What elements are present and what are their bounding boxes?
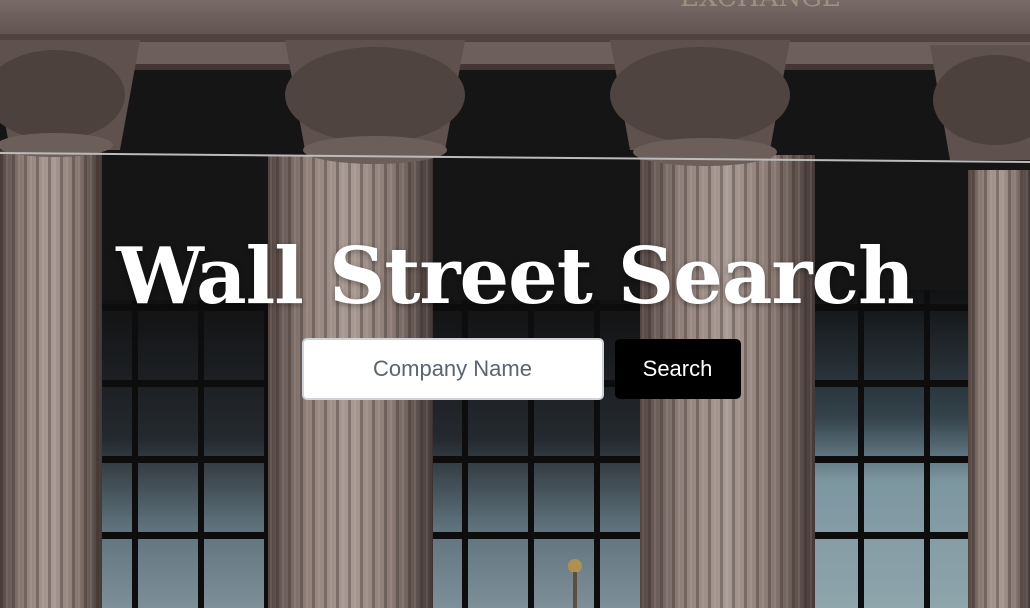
hero-section: EXCHANGE <box>0 0 1030 608</box>
company-name-input[interactable] <box>301 338 604 400</box>
page-title: Wall Street Search <box>116 231 914 322</box>
search-button[interactable]: Search <box>614 339 741 399</box>
search-form: Search <box>301 338 741 400</box>
hero-content: Wall Street Search Search <box>0 232 1030 400</box>
